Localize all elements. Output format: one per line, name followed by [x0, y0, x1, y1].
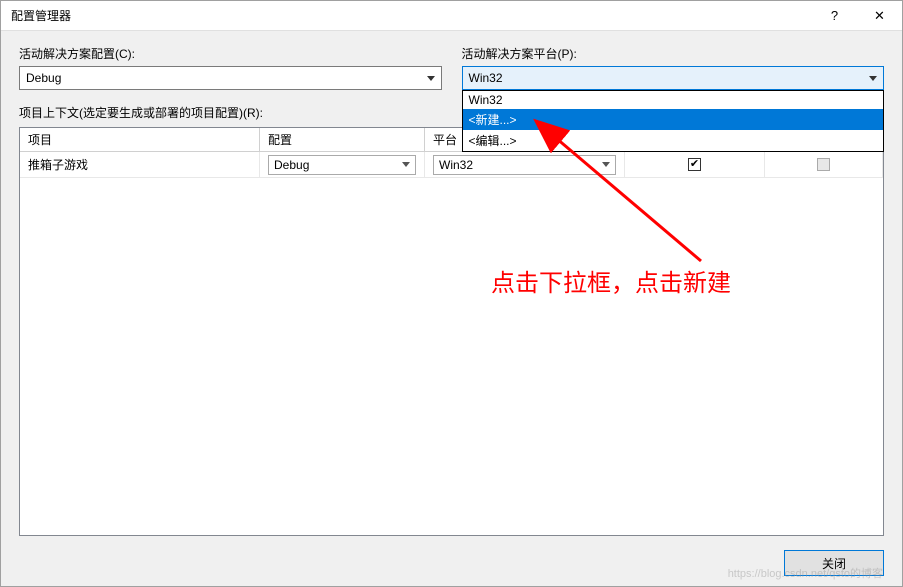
dropdown-option-edit[interactable]: <编辑...>	[463, 130, 884, 151]
solution-config-combo[interactable]: Debug	[19, 66, 442, 90]
table-row: 推箱子游戏 Debug Win32 ✔	[20, 152, 883, 178]
config-combo-value: Debug	[26, 71, 427, 85]
config-label: 活动解决方案配置(C):	[19, 45, 442, 62]
close-icon: ✕	[874, 8, 885, 24]
row-platform-combo[interactable]: Win32	[433, 155, 616, 175]
window-title: 配置管理器	[11, 7, 812, 24]
chevron-down-icon	[602, 162, 610, 167]
config-manager-dialog: 配置管理器 ? ✕ 活动解决方案配置(C): Debug 活动解决方案平台(P)…	[0, 0, 903, 587]
close-button-label: 关闭	[822, 555, 846, 572]
dialog-footer: 关闭	[19, 546, 884, 576]
header-config[interactable]: 配置	[260, 128, 425, 151]
row-config-value: Debug	[274, 158, 402, 172]
help-icon: ?	[831, 8, 838, 23]
chevron-down-icon	[869, 76, 877, 81]
chevron-down-icon	[427, 76, 435, 81]
build-checkbox[interactable]: ✔	[688, 158, 701, 171]
platform-dropdown: Win32 <新建...> <编辑...>	[462, 90, 885, 152]
close-button[interactable]: ✕	[857, 1, 902, 31]
cell-project-name: 推箱子游戏	[20, 152, 260, 177]
project-grid: 项目 配置 平台 生成 部署 推箱子游戏 Debug Win32	[19, 127, 884, 536]
header-project[interactable]: 项目	[20, 128, 260, 151]
top-selectors-row: 活动解决方案配置(C): Debug 活动解决方案平台(P): Win32 Wi…	[19, 45, 884, 90]
solution-platform-combo[interactable]: Win32 Win32 <新建...> <编辑...>	[462, 66, 885, 90]
cell-config: Debug	[260, 152, 425, 177]
chevron-down-icon	[402, 162, 410, 167]
platform-combo-value: Win32	[469, 71, 870, 85]
deploy-checkbox	[817, 158, 830, 171]
config-column: 活动解决方案配置(C): Debug	[19, 45, 442, 90]
cell-deploy	[765, 152, 883, 177]
row-config-combo[interactable]: Debug	[268, 155, 416, 175]
titlebar: 配置管理器 ? ✕	[1, 1, 902, 31]
platform-label: 活动解决方案平台(P):	[462, 45, 885, 62]
close-dialog-button[interactable]: 关闭	[784, 550, 884, 576]
dropdown-option-new[interactable]: <新建...>	[463, 109, 884, 130]
cell-platform: Win32	[425, 152, 625, 177]
help-button[interactable]: ?	[812, 1, 857, 31]
row-platform-value: Win32	[439, 158, 602, 172]
platform-column: 活动解决方案平台(P): Win32 Win32 <新建...> <编辑...>	[462, 45, 885, 90]
dropdown-option-win32[interactable]: Win32	[463, 91, 884, 109]
cell-build: ✔	[625, 152, 765, 177]
dialog-content: 活动解决方案配置(C): Debug 活动解决方案平台(P): Win32 Wi…	[1, 31, 902, 586]
